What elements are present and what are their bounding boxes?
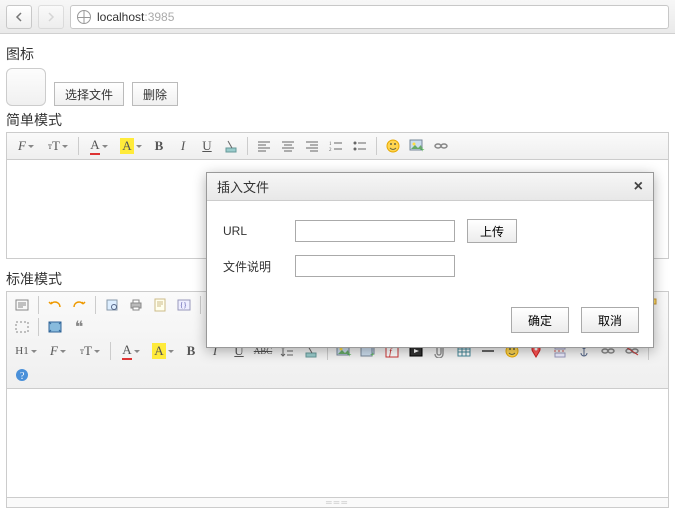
preview-button[interactable] [101, 295, 123, 315]
url-bar[interactable]: localhost:3985 [70, 5, 669, 29]
heading-dropdown[interactable]: H1 [11, 341, 41, 361]
italic-button[interactable]: I [172, 136, 194, 156]
desc-label: 文件说明 [223, 258, 283, 275]
selectbox-button[interactable] [11, 317, 33, 337]
svg-text:?: ? [20, 371, 25, 382]
cancel-button[interactable]: 取消 [581, 307, 639, 333]
icon-preview [6, 68, 46, 106]
forward-button[interactable] [38, 5, 64, 29]
code-button[interactable]: {} [173, 295, 195, 315]
quote-button[interactable]: ❝ [68, 317, 90, 337]
browser-bar: localhost:3985 [0, 0, 675, 34]
hilite-button-2[interactable]: A [148, 341, 178, 361]
globe-icon [77, 10, 91, 24]
desc-input[interactable] [295, 255, 455, 277]
standard-editor-body[interactable] [7, 389, 668, 497]
url-host: localhost [97, 10, 144, 24]
removeformat-button[interactable] [220, 136, 242, 156]
align-center-button[interactable] [277, 136, 299, 156]
back-button[interactable] [6, 5, 32, 29]
svg-text:+: + [347, 350, 352, 358]
ok-button[interactable]: 确定 [511, 307, 569, 333]
dialog-title: 插入文件 [217, 177, 269, 196]
align-right-button[interactable] [301, 136, 323, 156]
resize-grip[interactable]: ═══ [6, 498, 669, 508]
source-button[interactable] [11, 295, 33, 315]
icon-section-label: 图标 [6, 44, 669, 64]
about-button[interactable]: ? [11, 365, 33, 385]
font-family-dropdown[interactable]: F [11, 136, 41, 156]
close-icon[interactable]: × [634, 178, 643, 196]
emoji-button[interactable] [382, 136, 404, 156]
undo-button[interactable] [44, 295, 66, 315]
bold-button-2[interactable]: B [180, 341, 202, 361]
font-family-dropdown-2[interactable]: F [43, 341, 73, 361]
hilite-button[interactable]: A [116, 136, 146, 156]
unordered-list-button[interactable] [349, 136, 371, 156]
svg-text:+: + [420, 145, 425, 153]
link-button[interactable] [430, 136, 452, 156]
svg-text:+: + [370, 350, 375, 358]
choose-file-button[interactable]: 选择文件 [54, 82, 124, 106]
simple-mode-label: 简单模式 [6, 110, 669, 130]
svg-text:1: 1 [329, 142, 332, 147]
url-label: URL [223, 224, 283, 238]
svg-text:{}: {} [180, 301, 187, 309]
font-size-dropdown-2[interactable]: тT [75, 341, 105, 361]
align-left-button[interactable] [253, 136, 275, 156]
template-button[interactable] [149, 295, 171, 315]
ordered-list-button[interactable]: 12 [325, 136, 347, 156]
delete-button[interactable]: 删除 [132, 82, 178, 106]
upload-button[interactable]: 上传 [467, 219, 517, 243]
print-button[interactable] [125, 295, 147, 315]
url-port: :3985 [144, 10, 174, 24]
forecolor-button-2[interactable]: A [116, 341, 146, 361]
forecolor-button[interactable]: A [84, 136, 114, 156]
bold-button[interactable]: B [148, 136, 170, 156]
underline-button[interactable]: U [196, 136, 218, 156]
fullscreen-button[interactable] [44, 317, 66, 337]
url-input[interactable] [295, 220, 455, 242]
insert-file-dialog: 插入文件 × URL 上传 文件说明 确定 取消 [206, 172, 654, 348]
font-size-dropdown[interactable]: тT [43, 136, 73, 156]
image-button[interactable]: + [406, 136, 428, 156]
svg-text:2: 2 [329, 148, 332, 152]
redo-button[interactable] [68, 295, 90, 315]
